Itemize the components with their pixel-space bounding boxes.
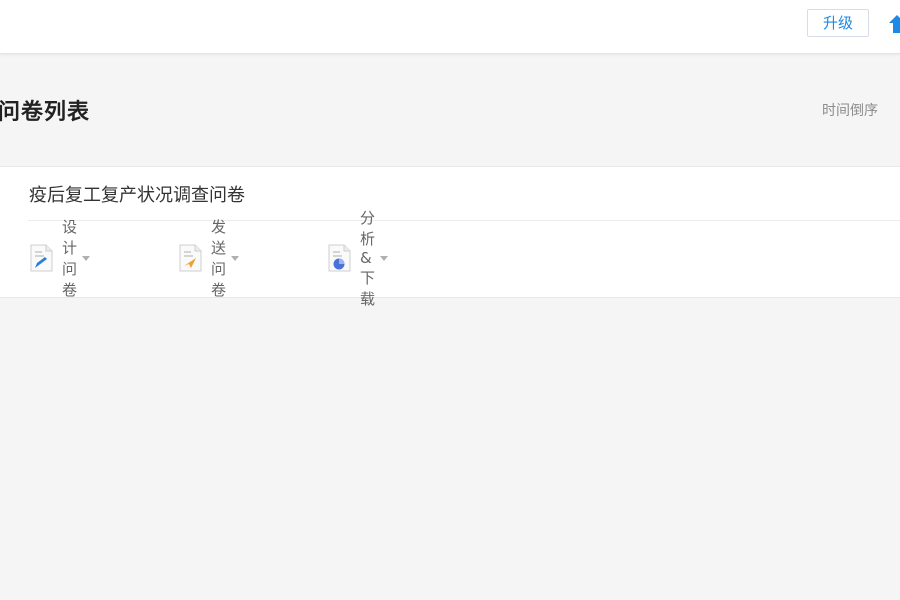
chevron-down-icon bbox=[231, 256, 240, 261]
chevron-down-icon bbox=[380, 256, 389, 261]
upgrade-button[interactable]: 升级 bbox=[807, 9, 869, 37]
chevron-down-icon bbox=[82, 256, 91, 261]
design-survey-label: 设计问卷 bbox=[62, 218, 78, 299]
analyze-download-button[interactable]: 分析&下载 bbox=[326, 209, 389, 308]
design-doc-icon bbox=[30, 244, 53, 272]
page-title: 问卷列表 bbox=[0, 100, 91, 125]
survey-title-link[interactable]: 疫后复工复产状况调查问卷 bbox=[29, 181, 245, 207]
send-survey-button[interactable]: 发送问卷 bbox=[177, 218, 240, 299]
send-doc-icon bbox=[179, 244, 202, 272]
sort-time-desc-link[interactable]: 时间倒序 bbox=[822, 100, 878, 120]
design-survey-button[interactable]: 设计问卷 bbox=[28, 218, 91, 299]
send-survey-label: 发送问卷 bbox=[211, 218, 227, 299]
analyze-download-label: 分析&下载 bbox=[360, 209, 376, 308]
top-bar: 升级 bbox=[0, 0, 900, 54]
home-icon[interactable] bbox=[889, 13, 900, 33]
survey-card: 疫后复工复产状况调查问卷 设计问卷 发送问卷 分析&下载 bbox=[0, 166, 900, 308]
card-divider bbox=[28, 220, 900, 221]
analysis-doc-icon bbox=[328, 244, 351, 272]
